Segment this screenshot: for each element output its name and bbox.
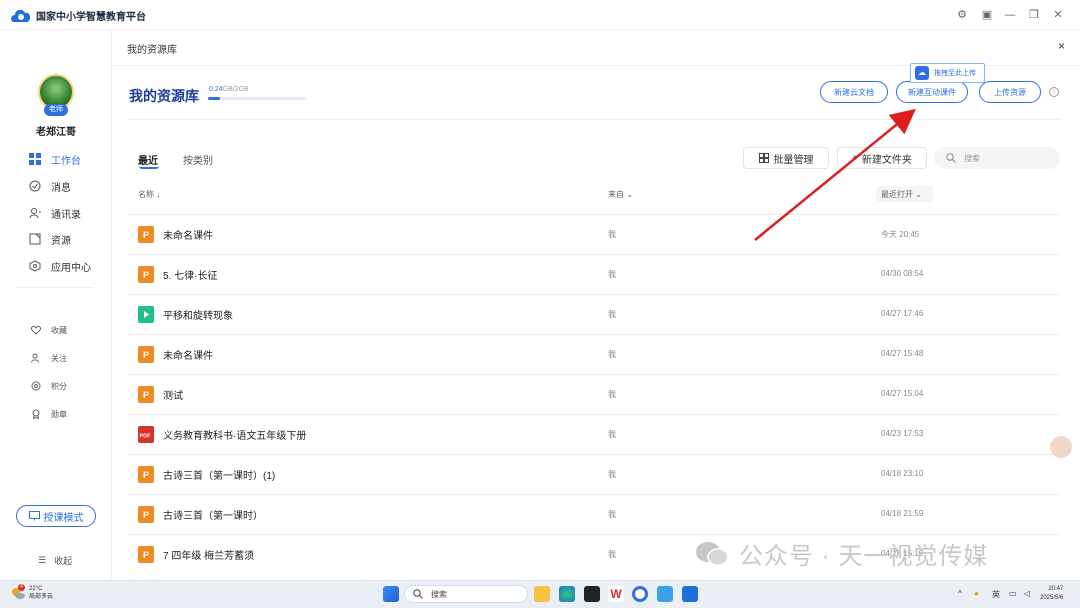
tray-app-icon[interactable]: ● (974, 589, 979, 598)
weather-desc: 局部多云 (29, 594, 54, 600)
wechat-icon (696, 541, 729, 566)
annotation-arrow (754, 108, 916, 241)
education-platform-taskbar-icon[interactable] (682, 586, 698, 602)
windows-start-icon[interactable] (383, 586, 399, 602)
weather-widget[interactable]: 4 22°C 局部多云 (10, 584, 54, 601)
taskbar-search[interactable]: 搜索 (404, 585, 528, 603)
taskbar-search-label: 搜索 (431, 589, 447, 599)
app-window: 国家中小学智慧教育平台 ⚙ ▣ — ❐ ✕ 老师 老郑江哥 工作台 消息 通讯录… (0, 0, 1080, 580)
watermark-text: 公众号 · 天一视觉传媒 (739, 543, 989, 570)
clock-date: 2025/5/6 (1040, 595, 1064, 601)
clock-time: 20:47 (1048, 586, 1064, 592)
edge-browser-icon[interactable] (559, 586, 575, 602)
tray-up-icon[interactable]: ^ (958, 589, 962, 598)
network-icon[interactable]: ▭ (1009, 589, 1017, 598)
ie-icon[interactable] (657, 586, 673, 602)
ime-indicator[interactable]: 英 (992, 589, 1000, 600)
volume-icon[interactable]: ◁ (1024, 589, 1030, 598)
wps-icon[interactable]: W (608, 586, 624, 602)
notification-badge: 4 (18, 584, 25, 591)
app-icon[interactable] (584, 586, 600, 602)
search-icon (413, 589, 423, 599)
watermark: 公众号 · 天一视觉传媒 (695, 536, 988, 571)
weather-temp: 22°C (29, 586, 43, 592)
clock[interactable]: 20:47 2025/5/6 (1040, 585, 1063, 603)
file-explorer-icon[interactable] (534, 586, 550, 602)
app-circle-icon[interactable] (632, 586, 648, 602)
